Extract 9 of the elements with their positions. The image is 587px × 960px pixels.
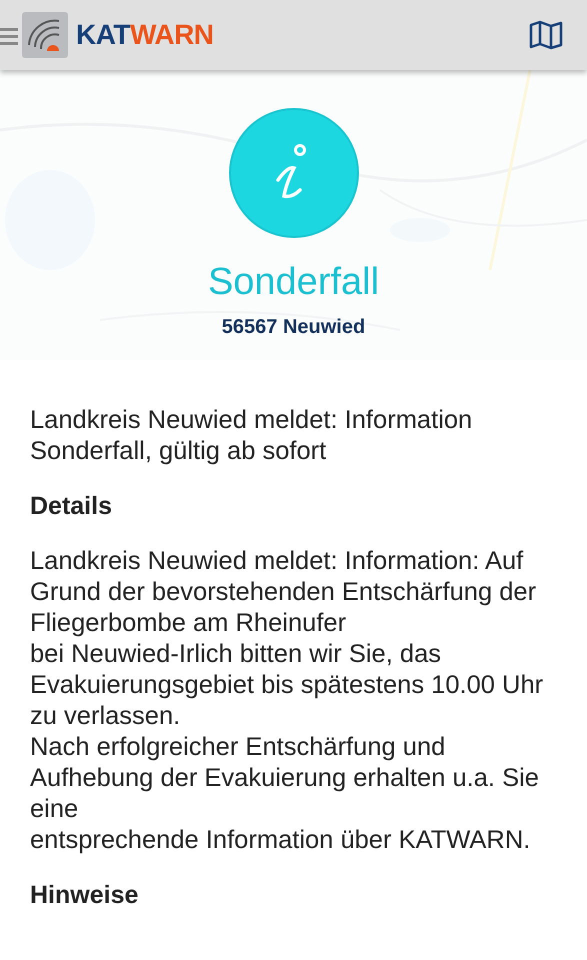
alert-title: Sonderfall: [208, 262, 380, 304]
section-heading: Hinweise: [30, 880, 140, 911]
logo-icon: [22, 12, 68, 58]
section-heading: Details: [30, 491, 113, 522]
map-button[interactable]: [529, 20, 563, 50]
section-text: Landkreis Neuwied meldet: Information: Auf Grund der bevorstehenden Entschärfung der Fliegerbombe am Rheinufer bei Neuwied-Irlich bitten wir Sie, das Evakuierungsgebiet bis spätestens 10.00 Uhr zu verlassen. Nach erfolgreicher Entschärfung und Aufhebung der Evakuierung erhalten u.a. Sie eine entsprechende Information über KATWARN.: [30, 546, 544, 856]
logo-text: KATWARN: [76, 18, 214, 52]
alert-summary: Landkreis Neuwied meldet: Information Sonderfall, gültig ab sofort: [30, 405, 474, 467]
alert-location: 56567 Neuwied: [222, 314, 366, 340]
